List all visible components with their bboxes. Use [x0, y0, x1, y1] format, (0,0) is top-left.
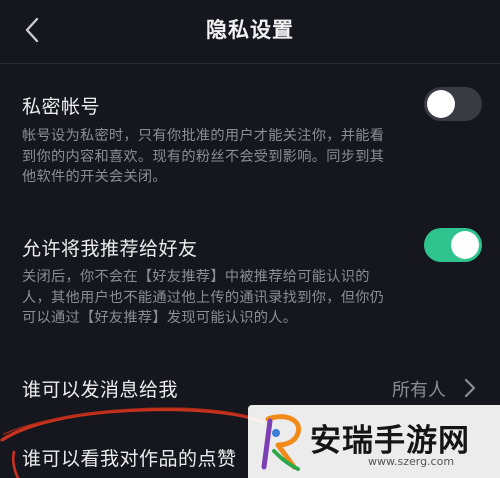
who-can-see-likes-label: 谁可以看我对作品的点赞	[22, 448, 237, 470]
toggle-knob	[451, 231, 479, 259]
description-line: 他软件的开关会关闭。	[22, 169, 167, 185]
privacy-settings-screen: 隐私设置 私密帐号 帐号设为私密时，只有你批准的用户才能关注你，并能看 到你的内…	[0, 0, 500, 478]
watermark-brand: 安瑞手游网	[310, 423, 470, 459]
private-account-description: 帐号设为私密时，只有你批准的用户才能关注你，并能看 到你的内容和喜欢。现有的粉丝…	[22, 126, 384, 188]
who-can-message-value: 所有人	[392, 380, 446, 401]
description-line: 到你的内容和喜欢。现有的粉丝不会受到影响。同步到其	[22, 148, 385, 165]
description-line: 人，其他用户也不能通过他上传的通讯录找到你，但你仍	[22, 289, 385, 306]
private-account-label: 私密帐号	[22, 96, 101, 118]
recommend-to-friends-description: 关闭后，你不会在【好友推荐】中被推荐给可能认识的 人，其他用户也不能通过他上传的…	[22, 267, 384, 329]
toggle-knob	[427, 90, 455, 118]
description-line: 可以通过【好友推荐】发现可能认识的人。	[22, 310, 298, 326]
chevron-right-icon	[464, 378, 476, 398]
description-line: 关闭后，你不会在【好友推荐】中被推荐给可能认识的	[22, 269, 370, 285]
r-logo-icon	[261, 414, 302, 471]
recommend-to-friends-label: 允许将我推荐给好友	[22, 238, 198, 260]
recommend-to-friends-toggle[interactable]	[424, 228, 482, 262]
description-line: 帐号设为私密时，只有你批准的用户才能关注你，并能看	[22, 128, 385, 144]
page-title: 隐私设置	[206, 18, 294, 42]
site-watermark: 安瑞手游网 www.szerg.com	[248, 405, 500, 478]
nav-bar: 隐私设置	[0, 0, 500, 62]
watermark-url: www.szerg.com	[368, 455, 455, 468]
header-divider	[0, 63, 500, 64]
private-account-toggle[interactable]	[424, 87, 482, 121]
who-can-message-label: 谁可以发消息给我	[22, 379, 179, 401]
